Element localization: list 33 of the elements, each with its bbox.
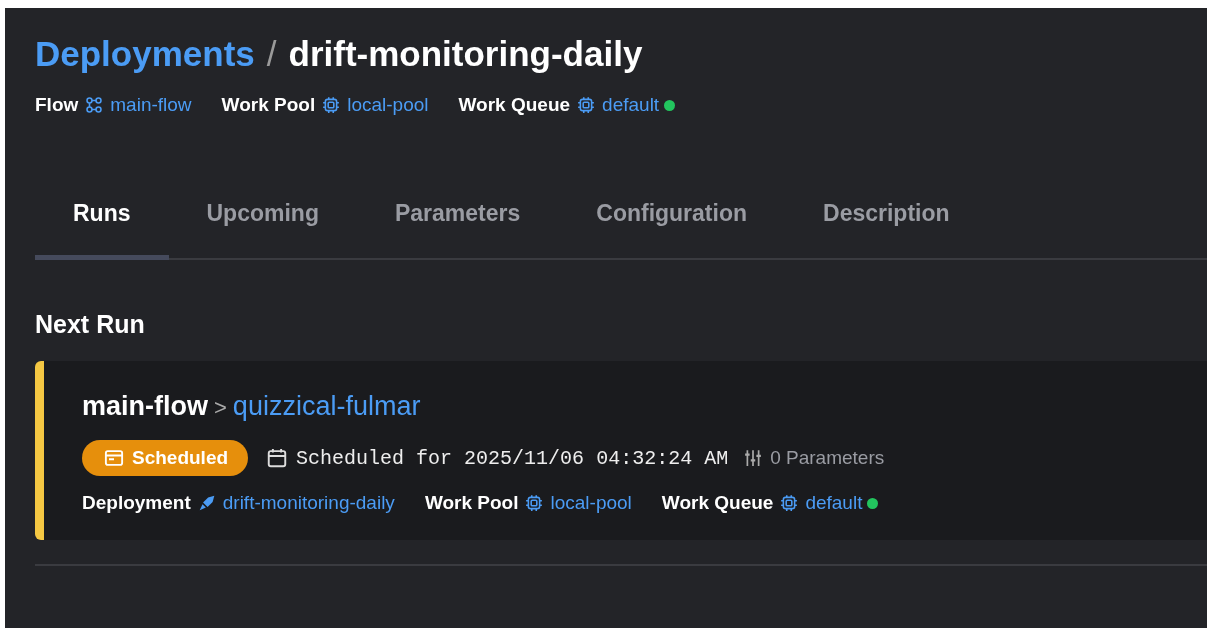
breadcrumb-separator: /: [266, 34, 277, 74]
parameters-count: 0 Parameters: [770, 447, 885, 469]
meta-link[interactable]: drift-monitoring-daily: [222, 492, 395, 514]
section-heading: Next Run: [35, 310, 146, 339]
flow-icon: [85, 96, 104, 114]
meta-link[interactable]: local-pool: [347, 94, 429, 116]
meta-link[interactable]: local-pool: [550, 492, 632, 514]
flow-link[interactable]: main-flow: [82, 391, 208, 422]
chip-icon: [525, 494, 544, 512]
tab[interactable]: Description: [785, 176, 988, 260]
chevron-separator: >: [214, 395, 227, 421]
tab[interactable]: Runs: [35, 176, 169, 260]
meta-label: Flow: [35, 94, 79, 116]
tab[interactable]: Parameters: [356, 176, 559, 260]
breadcrumb-link[interactable]: Deployments: [35, 34, 255, 74]
tab[interactable]: Upcoming: [168, 176, 357, 260]
meta-label: Work Queue: [661, 492, 774, 514]
chip-icon: [322, 96, 341, 114]
run-link[interactable]: quizzical-fulmar: [232, 391, 421, 422]
scheduled-time: Scheduled for 2025/11/06 04:32:24 AM: [296, 446, 729, 470]
page-title: drift-monitoring-daily: [288, 34, 643, 74]
chip-icon: [577, 96, 596, 114]
sliders-icon: [744, 449, 763, 467]
meta-label: Work Pool: [424, 492, 519, 514]
chip-icon: [780, 494, 799, 512]
meta-label: Work Pool: [221, 94, 316, 116]
meta-link[interactable]: default: [805, 492, 863, 514]
meta-label: Work Queue: [458, 94, 571, 116]
meta-link[interactable]: main-flow: [110, 94, 192, 116]
tab[interactable]: Configuration: [558, 176, 785, 260]
meta-label: Deployment: [82, 492, 191, 514]
meta-link[interactable]: default: [602, 94, 660, 116]
state-label: Scheduled: [132, 447, 229, 469]
